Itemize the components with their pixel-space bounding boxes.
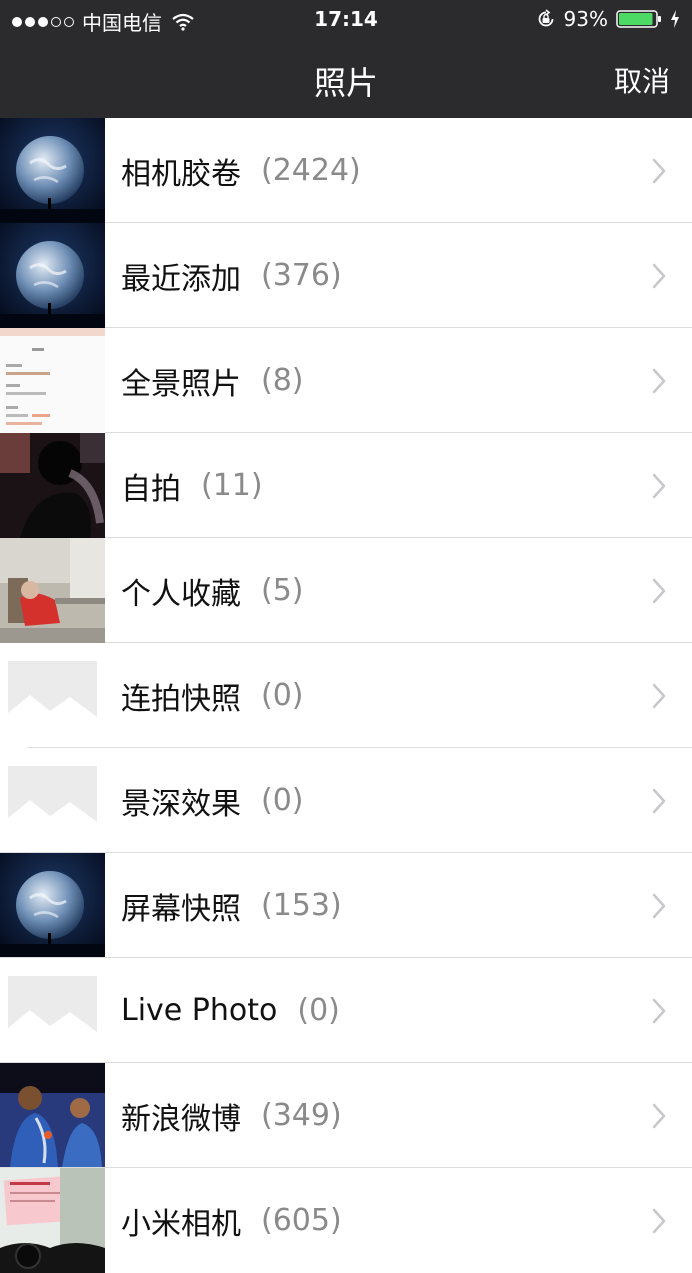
battery-percent: 93%	[563, 7, 608, 31]
album-name: Live Photo	[121, 993, 278, 1028]
album-row[interactable]: 个人收藏 (5)	[0, 538, 692, 643]
navigation-bar: 照片 取消	[0, 38, 692, 118]
album-row[interactable]: 全景照片 (8)	[0, 328, 692, 433]
chevron-right-icon	[652, 1208, 666, 1234]
album-row[interactable]: 自拍 (11)	[0, 433, 692, 538]
album-name: 个人收藏	[121, 576, 241, 612]
chevron-right-icon	[652, 158, 666, 184]
album-thumbnail	[0, 328, 105, 433]
status-bar: 中国电信 17:14 93%	[0, 0, 692, 38]
album-label: 最近添加 (376)	[121, 223, 342, 328]
album-thumbnail	[0, 853, 105, 958]
album-count: (8)	[261, 363, 304, 398]
album-row[interactable]: Live Photo (0)	[0, 958, 692, 1063]
album-row[interactable]: 景深效果 (0)	[0, 748, 692, 853]
album-label: 景深效果 (0)	[121, 748, 304, 853]
album-list: 相机胶卷 (2424) 最近添加 (376) 全景照片 (8) 自拍 (11) 个人收藏 (5) 连…	[0, 118, 692, 1273]
signal-strength-icon	[12, 16, 74, 27]
chevron-right-icon	[652, 788, 666, 814]
chevron-right-icon	[652, 473, 666, 499]
album-thumbnail	[0, 433, 105, 538]
album-thumbnail	[0, 1063, 105, 1168]
album-thumbnail	[0, 748, 105, 853]
battery-icon	[616, 10, 661, 28]
album-label: 连拍快照 (0)	[121, 643, 304, 748]
album-label: 相机胶卷 (2424)	[121, 118, 361, 223]
album-label: 自拍 (11)	[121, 433, 263, 538]
wifi-icon	[172, 13, 194, 31]
album-count: (11)	[201, 468, 263, 503]
album-count: (2424)	[261, 153, 361, 188]
album-thumbnail	[0, 118, 105, 223]
album-label: 新浪微博 (349)	[121, 1063, 342, 1168]
chevron-right-icon	[652, 578, 666, 604]
album-thumbnail	[0, 538, 105, 643]
album-count: (0)	[297, 993, 340, 1028]
album-label: 小米相机 (605)	[121, 1168, 342, 1273]
album-row[interactable]: 连拍快照 (0)	[0, 643, 692, 748]
album-row[interactable]: 最近添加 (376)	[0, 223, 692, 328]
chevron-right-icon	[652, 263, 666, 289]
album-name: 新浪微博	[121, 1101, 241, 1137]
album-name: 全景照片	[121, 366, 241, 402]
album-row[interactable]: 新浪微博 (349)	[0, 1063, 692, 1168]
album-name: 自拍	[121, 471, 181, 507]
album-name: 小米相机	[121, 1206, 241, 1242]
album-thumbnail	[0, 958, 105, 1063]
album-row[interactable]: 相机胶卷 (2424)	[0, 118, 692, 223]
page-title: 照片	[313, 64, 378, 102]
album-count: (0)	[261, 678, 304, 713]
cancel-button[interactable]: 取消	[614, 60, 670, 100]
album-label: 个人收藏 (5)	[121, 538, 304, 643]
charging-icon	[671, 10, 679, 28]
chevron-right-icon	[652, 1103, 666, 1129]
carrier-name: 中国电信	[82, 11, 162, 35]
album-label: Live Photo (0)	[121, 958, 340, 1063]
album-name: 最近添加	[121, 261, 241, 297]
chevron-right-icon	[652, 368, 666, 394]
album-label: 屏幕快照 (153)	[121, 853, 342, 958]
chevron-right-icon	[652, 893, 666, 919]
album-row[interactable]: 屏幕快照 (153)	[0, 853, 692, 958]
album-count: (0)	[261, 783, 304, 818]
album-label: 全景照片 (8)	[121, 328, 304, 433]
album-count: (5)	[261, 573, 304, 608]
album-name: 相机胶卷	[121, 156, 241, 192]
chevron-right-icon	[652, 683, 666, 709]
album-count: (153)	[261, 888, 342, 923]
rotation-lock-icon	[538, 9, 553, 27]
album-name: 连拍快照	[121, 681, 241, 717]
album-thumbnail	[0, 643, 105, 748]
album-thumbnail	[0, 223, 105, 328]
album-count: (349)	[261, 1098, 342, 1133]
album-row[interactable]: 小米相机 (605)	[0, 1168, 692, 1273]
album-thumbnail	[0, 1168, 105, 1273]
album-name: 屏幕快照	[121, 891, 241, 927]
album-count: (605)	[261, 1203, 342, 1238]
chevron-right-icon	[652, 998, 666, 1024]
album-count: (376)	[261, 258, 342, 293]
album-name: 景深效果	[121, 786, 241, 822]
